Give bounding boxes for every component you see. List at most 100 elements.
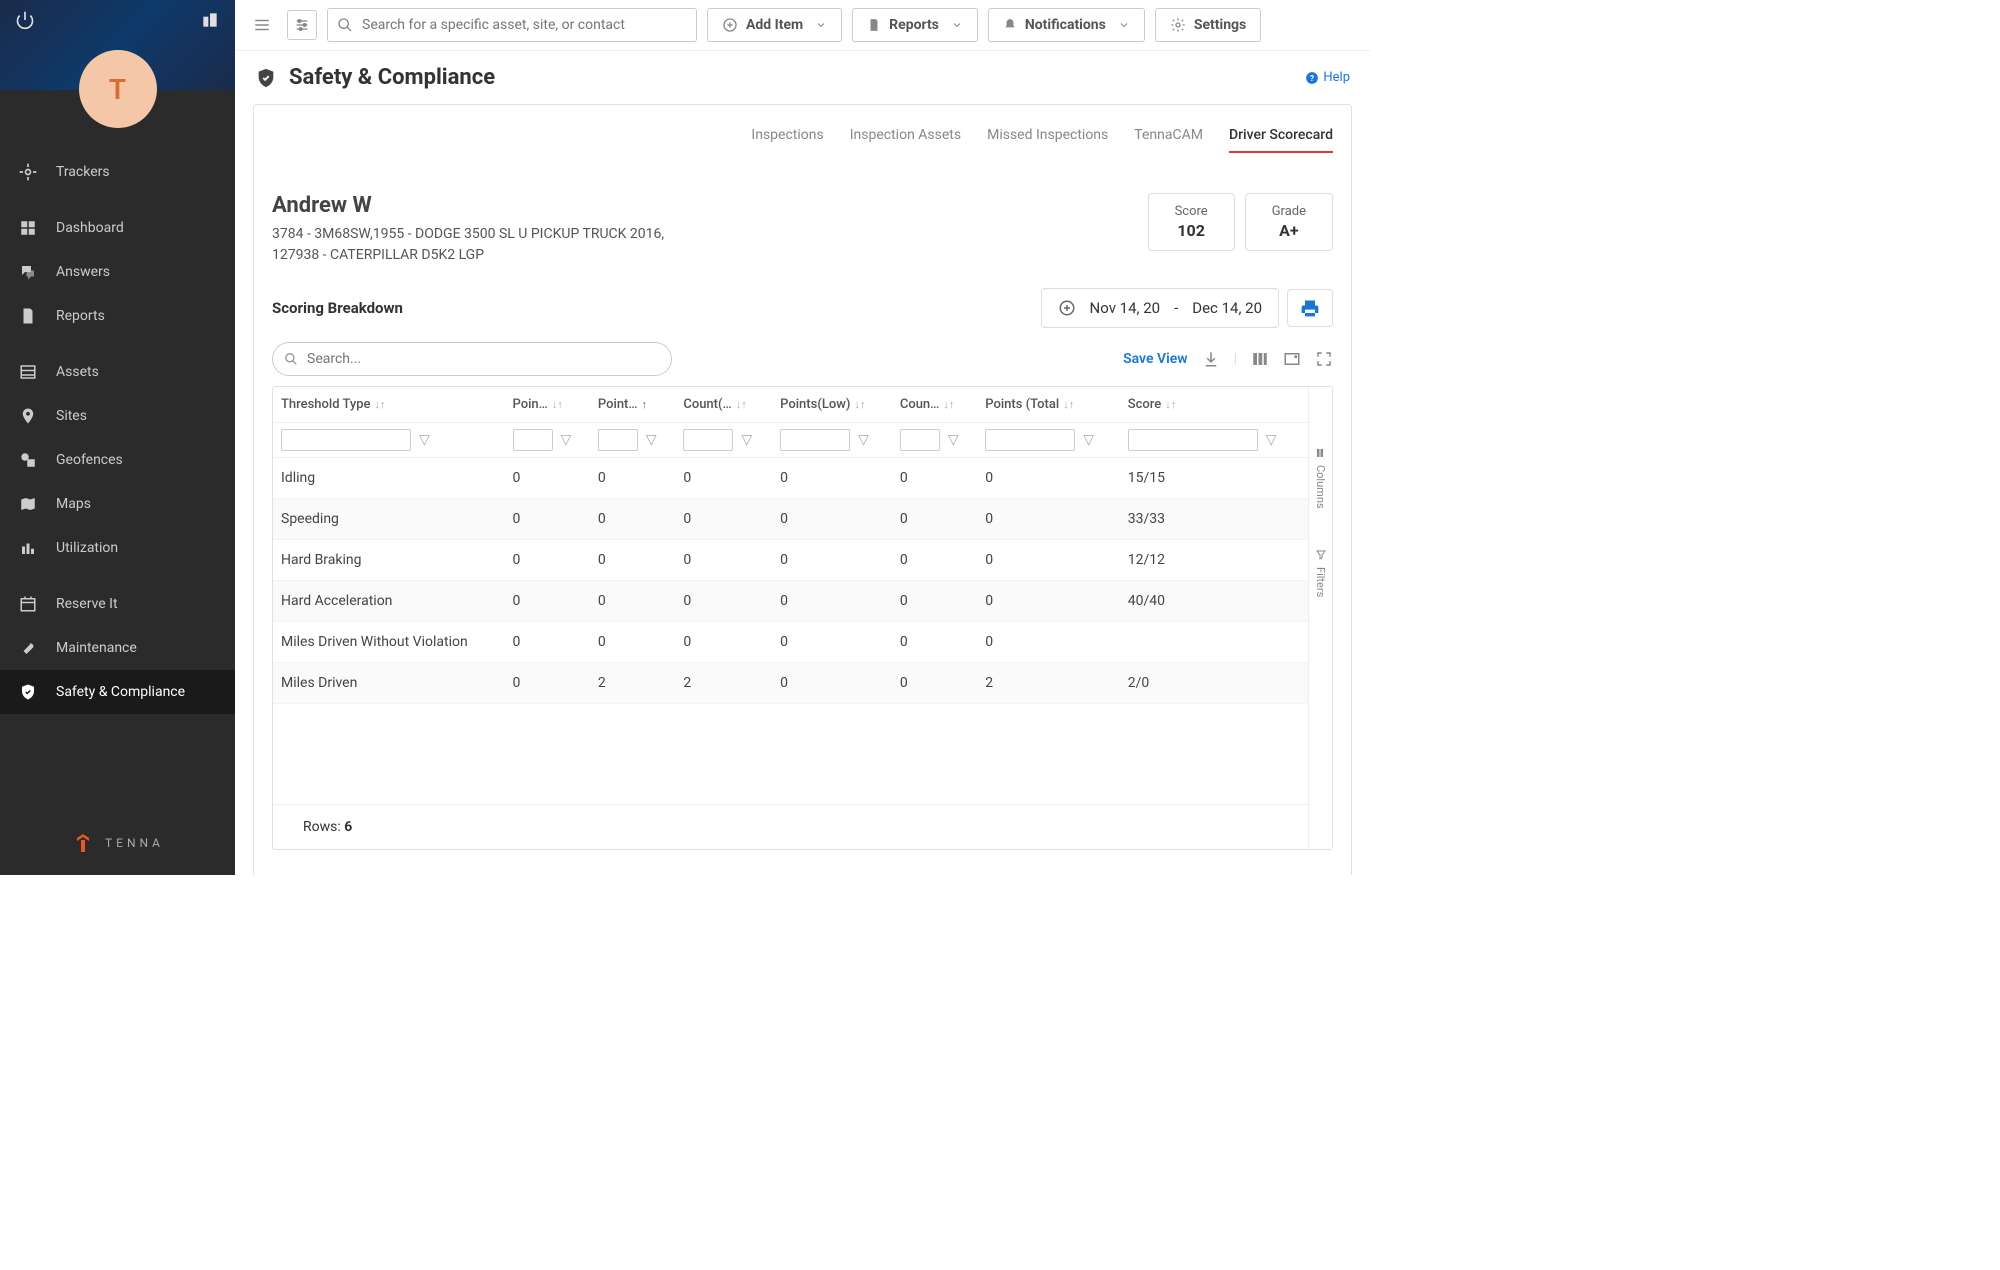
table-cell: 0	[505, 458, 590, 499]
hamburger-icon[interactable]	[247, 10, 277, 40]
table-search	[272, 342, 672, 376]
table-cell: 0	[505, 622, 590, 663]
funnel-icon[interactable]: ▽	[1083, 432, 1094, 448]
col-points-med[interactable]: Point…↑	[590, 387, 675, 423]
table-row[interactable]: Miles Driven Without Violation000000	[273, 622, 1308, 663]
tab-inspection-assets[interactable]: Inspection Assets	[850, 127, 961, 153]
table-cell: Speeding	[273, 499, 505, 540]
side-tab-filters[interactable]: Filters	[1314, 549, 1327, 597]
download-icon[interactable]	[1202, 350, 1220, 368]
chevron-down-icon	[815, 19, 827, 31]
building-icon[interactable]	[200, 10, 220, 30]
print-button[interactable]	[1287, 289, 1333, 327]
col-threshold[interactable]: Threshold Type↓↑	[273, 387, 505, 423]
funnel-icon[interactable]: ▽	[741, 432, 752, 448]
table-cell: 0	[675, 499, 772, 540]
tab-driver-scorecard[interactable]: Driver Scorecard	[1229, 127, 1333, 153]
tune-icon[interactable]	[287, 10, 317, 40]
table-row[interactable]: Idling00000015/15	[273, 458, 1308, 499]
help-link[interactable]: ? Help	[1305, 70, 1350, 85]
filter-input[interactable]	[513, 429, 553, 451]
help-icon: ?	[1305, 71, 1319, 85]
table-row[interactable]: Hard Acceleration00000040/40	[273, 581, 1308, 622]
driver-assets: 3784 - 3M68SW,1955 - DODGE 3500 SL U PIC…	[272, 224, 664, 266]
filter-input[interactable]	[598, 429, 638, 451]
notifications-button[interactable]: Notifications	[988, 8, 1145, 42]
plus-circle-icon	[1058, 299, 1076, 317]
sidebar-item-utilization[interactable]: Utilization	[0, 526, 235, 570]
sidebar-item-maps[interactable]: Maps	[0, 482, 235, 526]
table-cell: Hard Acceleration	[273, 581, 505, 622]
sidebar-item-trackers[interactable]: Trackers	[0, 150, 235, 194]
shapes-icon	[18, 450, 38, 470]
col-count-high[interactable]: Count(…↓↑	[675, 387, 772, 423]
fullscreen-icon[interactable]	[1315, 350, 1333, 368]
funnel-icon[interactable]: ▽	[948, 432, 959, 448]
filter-input[interactable]	[683, 429, 733, 451]
avatar[interactable]: T	[79, 50, 157, 128]
header-row: Threshold Type↓↑ Poin…↓↑ Point…↑ Count(……	[273, 387, 1308, 423]
sidebar-item-sites[interactable]: Sites	[0, 394, 235, 438]
density-icon[interactable]	[1283, 350, 1301, 368]
sidebar-item-answers[interactable]: Answers	[0, 250, 235, 294]
funnel-icon[interactable]: ▽	[646, 432, 657, 448]
side-tab-columns[interactable]: Columns	[1314, 447, 1327, 509]
power-icon[interactable]	[15, 10, 35, 30]
reports-button[interactable]: Reports	[852, 8, 978, 42]
funnel-icon[interactable]: ▽	[858, 432, 869, 448]
table-row[interactable]: Speeding00000033/33	[273, 499, 1308, 540]
columns-icon[interactable]	[1251, 350, 1269, 368]
tab-inspections[interactable]: Inspections	[751, 127, 823, 153]
funnel-icon[interactable]: ▽	[561, 432, 572, 448]
table-search-input[interactable]	[272, 342, 672, 376]
table-cell: 0	[505, 499, 590, 540]
grid-footer: Rows: 6	[273, 804, 1308, 849]
col-points-total[interactable]: Points (Total↓↑	[977, 387, 1120, 423]
filter-input[interactable]	[281, 429, 411, 451]
filter-input[interactable]	[985, 429, 1075, 451]
side-panel-tabs: Columns Filters	[1308, 387, 1332, 849]
filter-input[interactable]	[1128, 429, 1258, 451]
col-points-low[interactable]: Points(Low)↓↑	[772, 387, 892, 423]
sidebar-item-safety[interactable]: Safety & Compliance	[0, 670, 235, 714]
sidebar-item-dashboard[interactable]: Dashboard	[0, 206, 235, 250]
table-cell	[1120, 622, 1308, 663]
table-cell: 0	[772, 499, 892, 540]
filter-input[interactable]	[900, 429, 940, 451]
table-row[interactable]: Miles Driven0220022/0	[273, 663, 1308, 704]
table-cell: 0	[675, 458, 772, 499]
funnel-icon[interactable]: ▽	[1266, 432, 1277, 448]
sidebar-item-label: Sites	[56, 408, 87, 424]
table-row[interactable]: Hard Braking00000012/12	[273, 540, 1308, 581]
col-score[interactable]: Score↓↑	[1120, 387, 1308, 423]
data-grid: Threshold Type↓↑ Poin…↓↑ Point…↑ Count(……	[272, 386, 1333, 850]
chevron-down-icon	[951, 19, 963, 31]
table-cell: 40/40	[1120, 581, 1308, 622]
save-view-button[interactable]: Save View	[1123, 351, 1188, 367]
sidebar-item-geofences[interactable]: Geofences	[0, 438, 235, 482]
filter-input[interactable]	[780, 429, 850, 451]
shield-icon	[18, 682, 38, 702]
funnel-icon[interactable]: ▽	[419, 432, 430, 448]
sidebar-item-maintenance[interactable]: Maintenance	[0, 626, 235, 670]
tab-tennacam[interactable]: TennaCAM	[1134, 127, 1203, 153]
filter-row: ▽ ▽ ▽ ▽ ▽ ▽ ▽ ▽	[273, 423, 1308, 458]
search-input[interactable]	[327, 8, 697, 42]
chat-icon	[18, 262, 38, 282]
sidebar-item-reports[interactable]: Reports	[0, 294, 235, 338]
table-cell: 0	[772, 540, 892, 581]
settings-button[interactable]: Settings	[1155, 8, 1261, 42]
table-cell: Hard Braking	[273, 540, 505, 581]
sidebar-item-reserve[interactable]: Reserve It	[0, 582, 235, 626]
sidebar-item-label: Maps	[56, 496, 91, 512]
sidebar-item-assets[interactable]: Assets	[0, 350, 235, 394]
date-range-picker[interactable]: Nov 14, 20 - Dec 14, 20	[1041, 288, 1279, 328]
tabs: Inspections Inspection Assets Missed Ins…	[272, 127, 1333, 153]
col-count-low[interactable]: Coun…↓↑	[892, 387, 977, 423]
tab-missed-inspections[interactable]: Missed Inspections	[987, 127, 1108, 153]
add-item-button[interactable]: Add Item	[707, 8, 842, 42]
settings-label: Settings	[1194, 17, 1246, 33]
table-cell: 0	[505, 540, 590, 581]
table-cell: 2	[977, 663, 1120, 704]
col-points-high[interactable]: Poin…↓↑	[505, 387, 590, 423]
